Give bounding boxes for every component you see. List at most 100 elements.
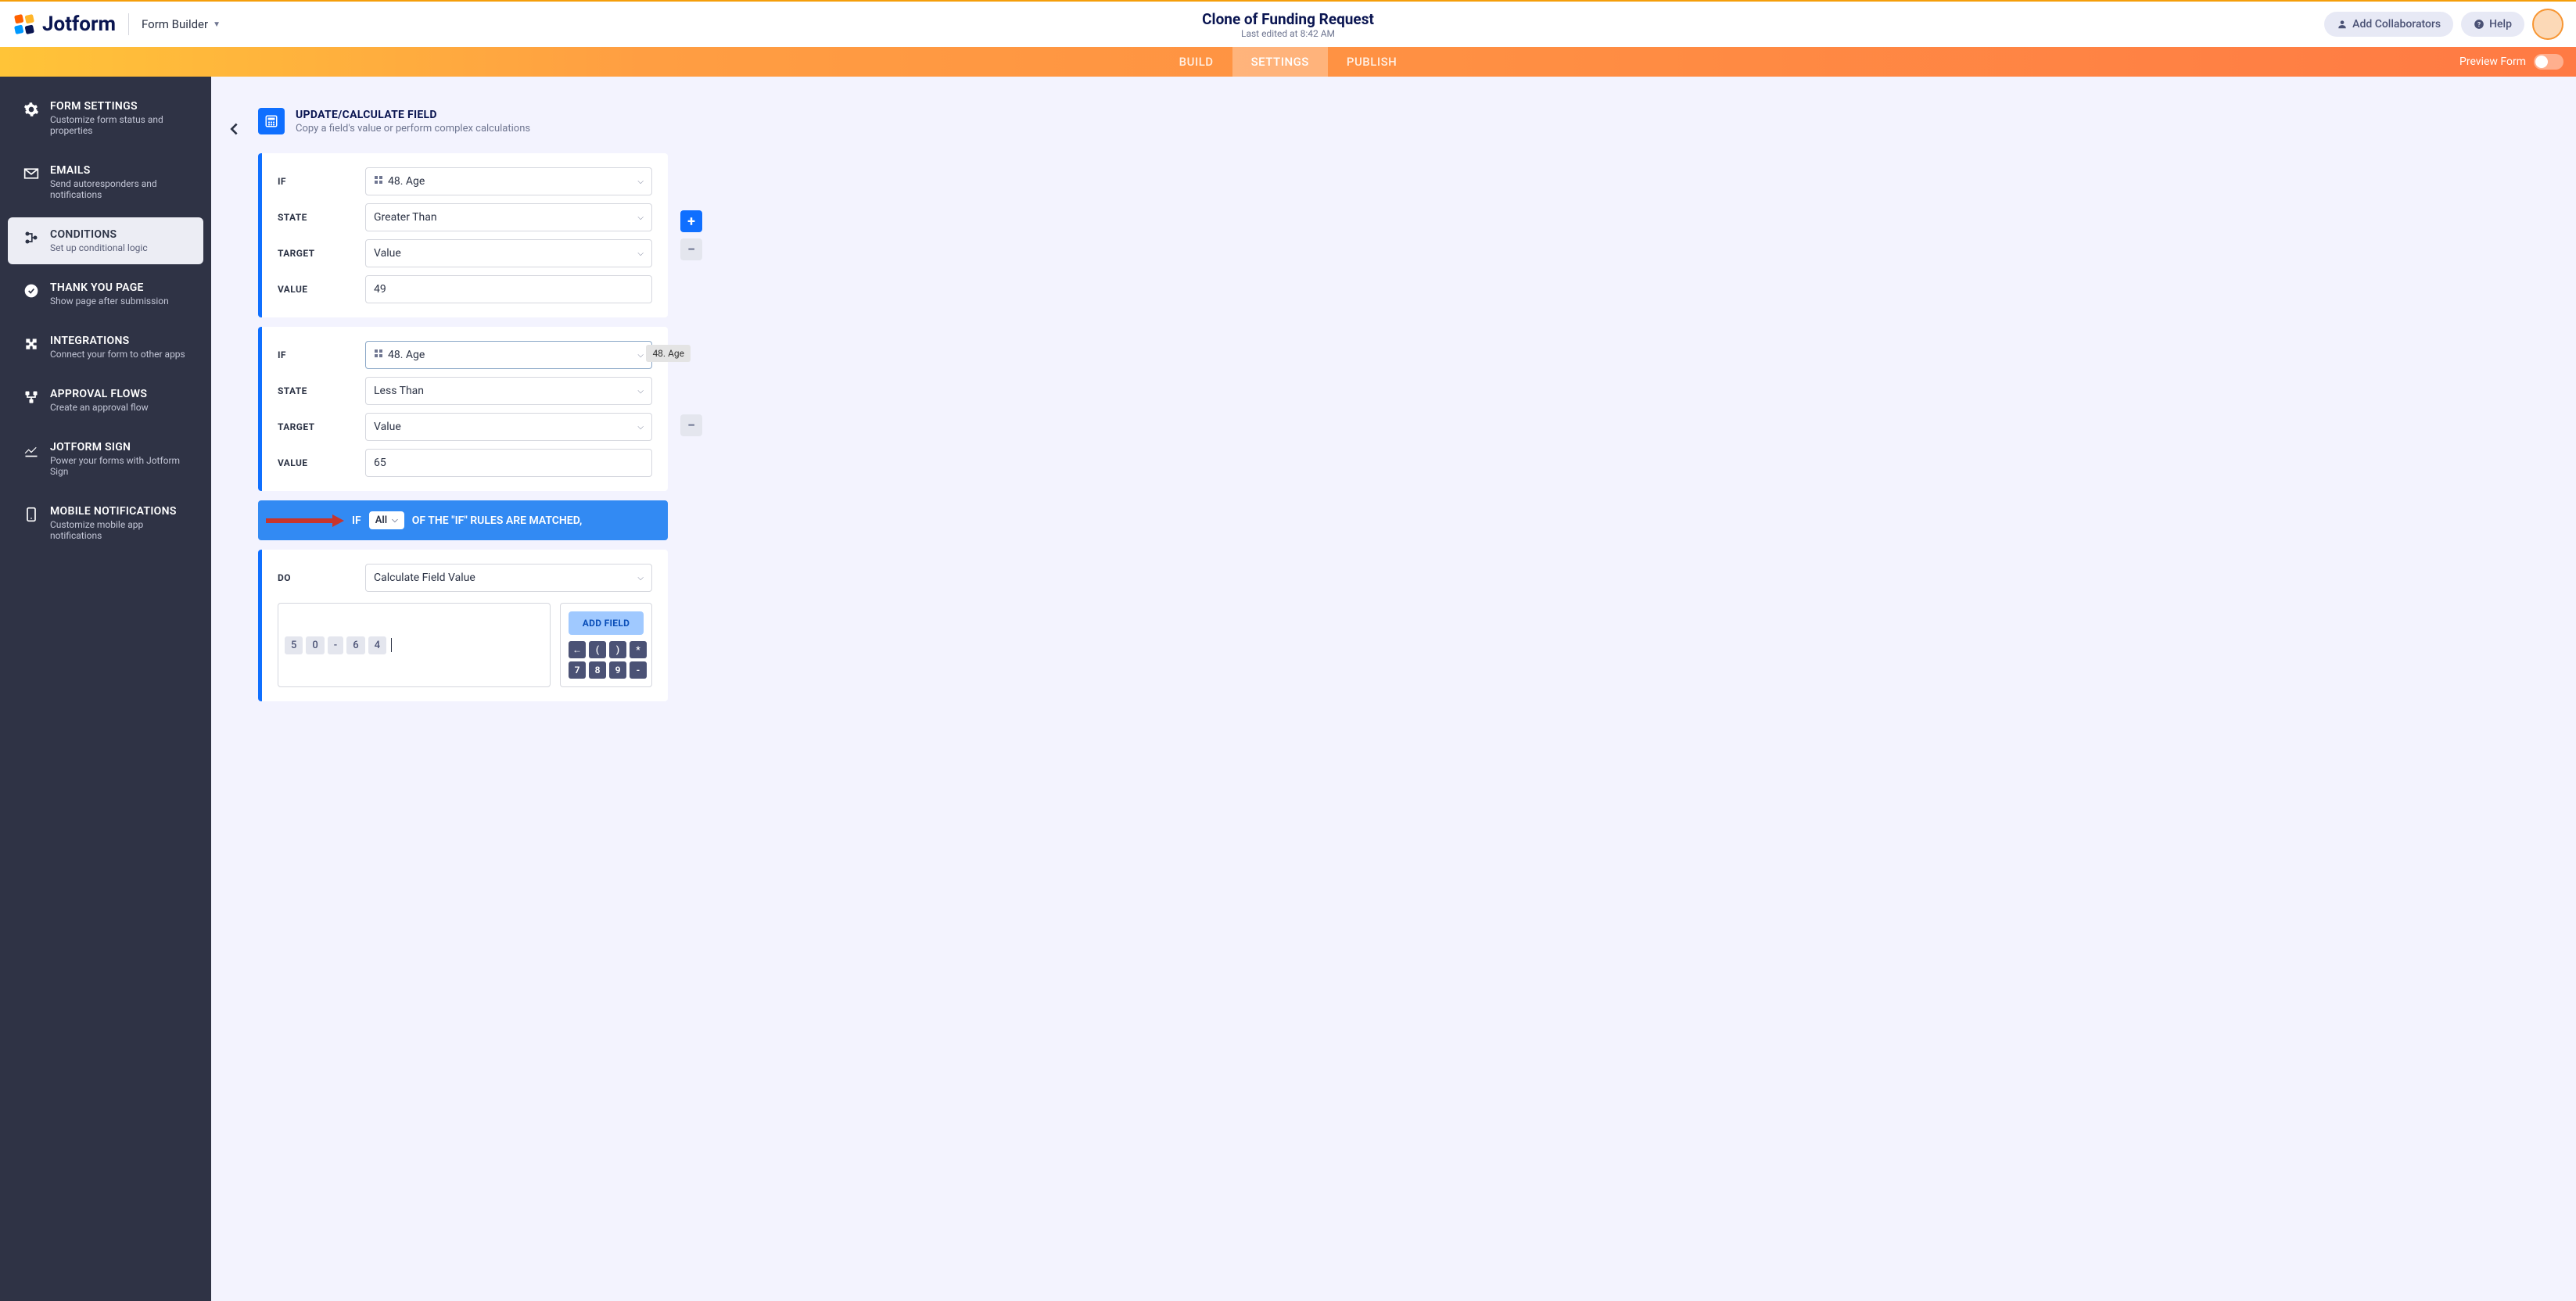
sidebar-item-thank-you[interactable]: THANK YOU PAGEShow page after submission	[8, 271, 203, 317]
sign-icon	[23, 443, 39, 458]
mail-icon	[23, 166, 39, 181]
form-title[interactable]: Clone of Funding Request	[1202, 10, 1374, 28]
key-minus[interactable]: -	[630, 661, 647, 679]
chevron-down-icon: ▼	[213, 20, 221, 29]
tab-publish[interactable]: PUBLISH	[1328, 47, 1415, 77]
tab-settings[interactable]: SETTINGS	[1232, 47, 1328, 77]
sidebar-item-title: CONDITIONS	[50, 228, 148, 241]
keypad: ADD FIELD ← ( ) * 7 8 9 -	[560, 603, 652, 687]
chevron-down-icon: ⌵	[637, 177, 644, 186]
do-label: DO	[278, 572, 365, 583]
flow-icon	[23, 389, 39, 405]
add-condition-button[interactable]: +	[680, 210, 702, 232]
chevron-down-icon: ⌵	[637, 351, 644, 360]
if-field-value: 48. Age	[388, 175, 425, 188]
panel-title: UPDATE/CALCULATE FIELD	[296, 109, 530, 121]
chevron-down-icon: ⌵	[637, 574, 644, 582]
key-back[interactable]: ←	[569, 641, 586, 658]
tabs: BUILD SETTINGS PUBLISH	[1161, 47, 1416, 77]
text-cursor	[391, 638, 392, 652]
if-field-select[interactable]: 48. Age ⌵	[365, 167, 652, 195]
preview-label: Preview Form	[2459, 56, 2526, 68]
right-actions: Add Collaborators ? Help	[2324, 9, 2563, 40]
chevron-down-icon: ⌵	[392, 516, 398, 525]
logo-text: Jotform	[42, 13, 116, 36]
help-button[interactable]: ? Help	[2461, 12, 2524, 37]
sidebar-item-conditions[interactable]: CONDITIONSSet up conditional logic	[8, 217, 203, 264]
add-collaborators-button[interactable]: Add Collaborators	[2324, 12, 2453, 37]
calc-chip[interactable]: 5	[285, 636, 303, 654]
tab-bar: BUILD SETTINGS PUBLISH Preview Form	[0, 47, 2576, 77]
key-7[interactable]: 7	[569, 661, 586, 679]
puzzle-icon	[23, 336, 39, 352]
sidebar-item-title: EMAILS	[50, 164, 188, 177]
add-field-button[interactable]: ADD FIELD	[569, 611, 644, 635]
arrow-annotation-icon	[266, 514, 344, 527]
do-action-value: Calculate Field Value	[374, 572, 475, 584]
chevron-down-icon: ⌵	[637, 387, 644, 396]
value-input-wrap[interactable]	[365, 275, 652, 303]
target-value: Value	[374, 247, 401, 260]
state-value: Greater Than	[374, 211, 437, 224]
sidebar-item-emails[interactable]: EMAILSSend autoresponders and notificati…	[8, 153, 203, 211]
svg-text:?: ?	[2477, 20, 2481, 28]
sidebar-item-approval-flows[interactable]: APPROVAL FLOWSCreate an approval flow	[8, 377, 203, 424]
value-input[interactable]	[374, 283, 644, 296]
user-icon	[2337, 19, 2348, 30]
key-close-paren[interactable]: )	[609, 641, 626, 658]
calc-chip[interactable]: 0	[306, 636, 324, 654]
target-value: Value	[374, 421, 401, 433]
avatar[interactable]	[2532, 9, 2563, 40]
if-field-select[interactable]: 48. Age ⌵ 48. Age	[365, 341, 652, 369]
form-builder-label: Form Builder	[142, 17, 208, 31]
sidebar-item-sub: Customize form status and properties	[50, 114, 188, 136]
target-select[interactable]: Value ⌵	[365, 413, 652, 441]
target-select[interactable]: Value ⌵	[365, 239, 652, 267]
remove-condition-button[interactable]: −	[680, 414, 702, 436]
state-select[interactable]: Greater Than ⌵	[365, 203, 652, 231]
key-multiply[interactable]: *	[630, 641, 647, 658]
value-input-wrap[interactable]	[365, 449, 652, 477]
do-action-select[interactable]: Calculate Field Value ⌵	[365, 564, 652, 592]
preview-toggle[interactable]	[2534, 54, 2563, 70]
state-select[interactable]: Less Than ⌵	[365, 377, 652, 405]
condition-card-1: + − IF 48. Age ⌵ STATE Greater Than ⌵ TA…	[258, 153, 668, 317]
sidebar-item-title: JOTFORM SIGN	[50, 441, 188, 453]
chevron-left-icon	[225, 117, 242, 141]
chevron-down-icon: ⌵	[637, 423, 644, 432]
help-label: Help	[2489, 18, 2512, 30]
key-9[interactable]: 9	[609, 661, 626, 679]
calc-chip[interactable]: 4	[368, 636, 386, 654]
main-panel: UPDATE/CALCULATE FIELD Copy a field's va…	[211, 77, 2576, 1301]
sidebar-item-mobile-notifications[interactable]: MOBILE NOTIFICATIONSCustomize mobile app…	[8, 494, 203, 552]
match-if-label: IF	[352, 514, 361, 527]
target-label: TARGET	[278, 421, 365, 432]
calculation-area[interactable]: 5 0 - 6 4	[278, 603, 551, 687]
sidebar-item-integrations[interactable]: INTEGRATIONSConnect your form to other a…	[8, 324, 203, 371]
value-input[interactable]	[374, 457, 644, 469]
condition-card-2: − IF 48. Age ⌵ 48. Age STATE Less Than ⌵…	[258, 327, 668, 491]
key-open-paren[interactable]: (	[589, 641, 606, 658]
tab-build[interactable]: BUILD	[1161, 47, 1232, 77]
sidebar-item-jotform-sign[interactable]: JOTFORM SIGNPower your forms with Jotfor…	[8, 430, 203, 488]
sidebar-item-sub: Create an approval flow	[50, 402, 149, 413]
field-icon	[374, 175, 383, 185]
match-all-select[interactable]: All ⌵	[369, 511, 404, 529]
chevron-down-icon: ⌵	[637, 249, 644, 258]
panel-header: UPDATE/CALCULATE FIELD Copy a field's va…	[258, 108, 2529, 134]
calc-chip[interactable]: -	[328, 636, 343, 654]
value-label: VALUE	[278, 457, 365, 468]
remove-condition-button[interactable]: −	[680, 238, 702, 260]
back-button[interactable]	[225, 117, 242, 144]
form-builder-dropdown[interactable]: Form Builder ▼	[142, 17, 221, 31]
sidebar-item-title: INTEGRATIONS	[50, 335, 185, 347]
calculator-icon	[258, 108, 285, 134]
value-label: VALUE	[278, 284, 365, 295]
key-8[interactable]: 8	[589, 661, 606, 679]
sidebar-item-form-settings[interactable]: FORM SETTINGSCustomize form status and p…	[8, 89, 203, 147]
logo[interactable]: Jotform	[13, 13, 116, 36]
tooltip: 48. Age	[646, 345, 691, 362]
sidebar-item-title: FORM SETTINGS	[50, 100, 188, 113]
match-all-value: All	[375, 514, 387, 526]
calc-chip[interactable]: 6	[346, 636, 364, 654]
